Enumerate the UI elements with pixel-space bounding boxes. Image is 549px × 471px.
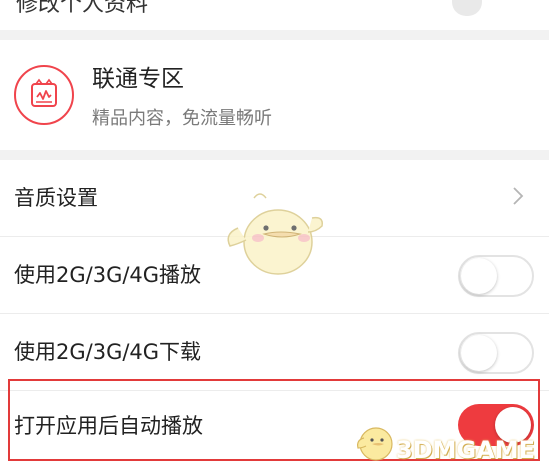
play-on-mobile-toggle[interactable] [458, 255, 534, 297]
unicom-zone-title: 联通专区 [92, 66, 184, 92]
audio-quality-label: 音质设置 [14, 186, 98, 210]
play-on-mobile-label: 使用2G/3G/4G播放 [14, 263, 202, 287]
unicom-music-icon [14, 65, 74, 125]
toggle-knob [461, 335, 497, 371]
download-on-mobile-label: 使用2G/3G/4G下载 [14, 340, 202, 364]
watermark-mascot-icon [357, 427, 393, 461]
unicom-zone-subtitle: 精品内容，免流量畅听 [92, 108, 272, 129]
avatar-icon [452, 0, 482, 16]
chevron-right-icon [513, 187, 524, 205]
unicom-zone-card[interactable]: 联通专区 精品内容，免流量畅听 [0, 40, 549, 150]
mascot-icon [227, 193, 324, 275]
settings-screen: 修改个人资料 联通专区 精品内容，免流量畅听 音质设置 使用2G/3G/4G播放 [0, 0, 549, 471]
profile-row-label: 修改个人资料 [16, 0, 149, 17]
watermark-text: 3DMGAME [396, 436, 536, 464]
toggle-knob [461, 258, 497, 294]
profile-row[interactable]: 修改个人资料 [0, 0, 549, 30]
download-on-mobile-toggle[interactable] [458, 332, 534, 374]
